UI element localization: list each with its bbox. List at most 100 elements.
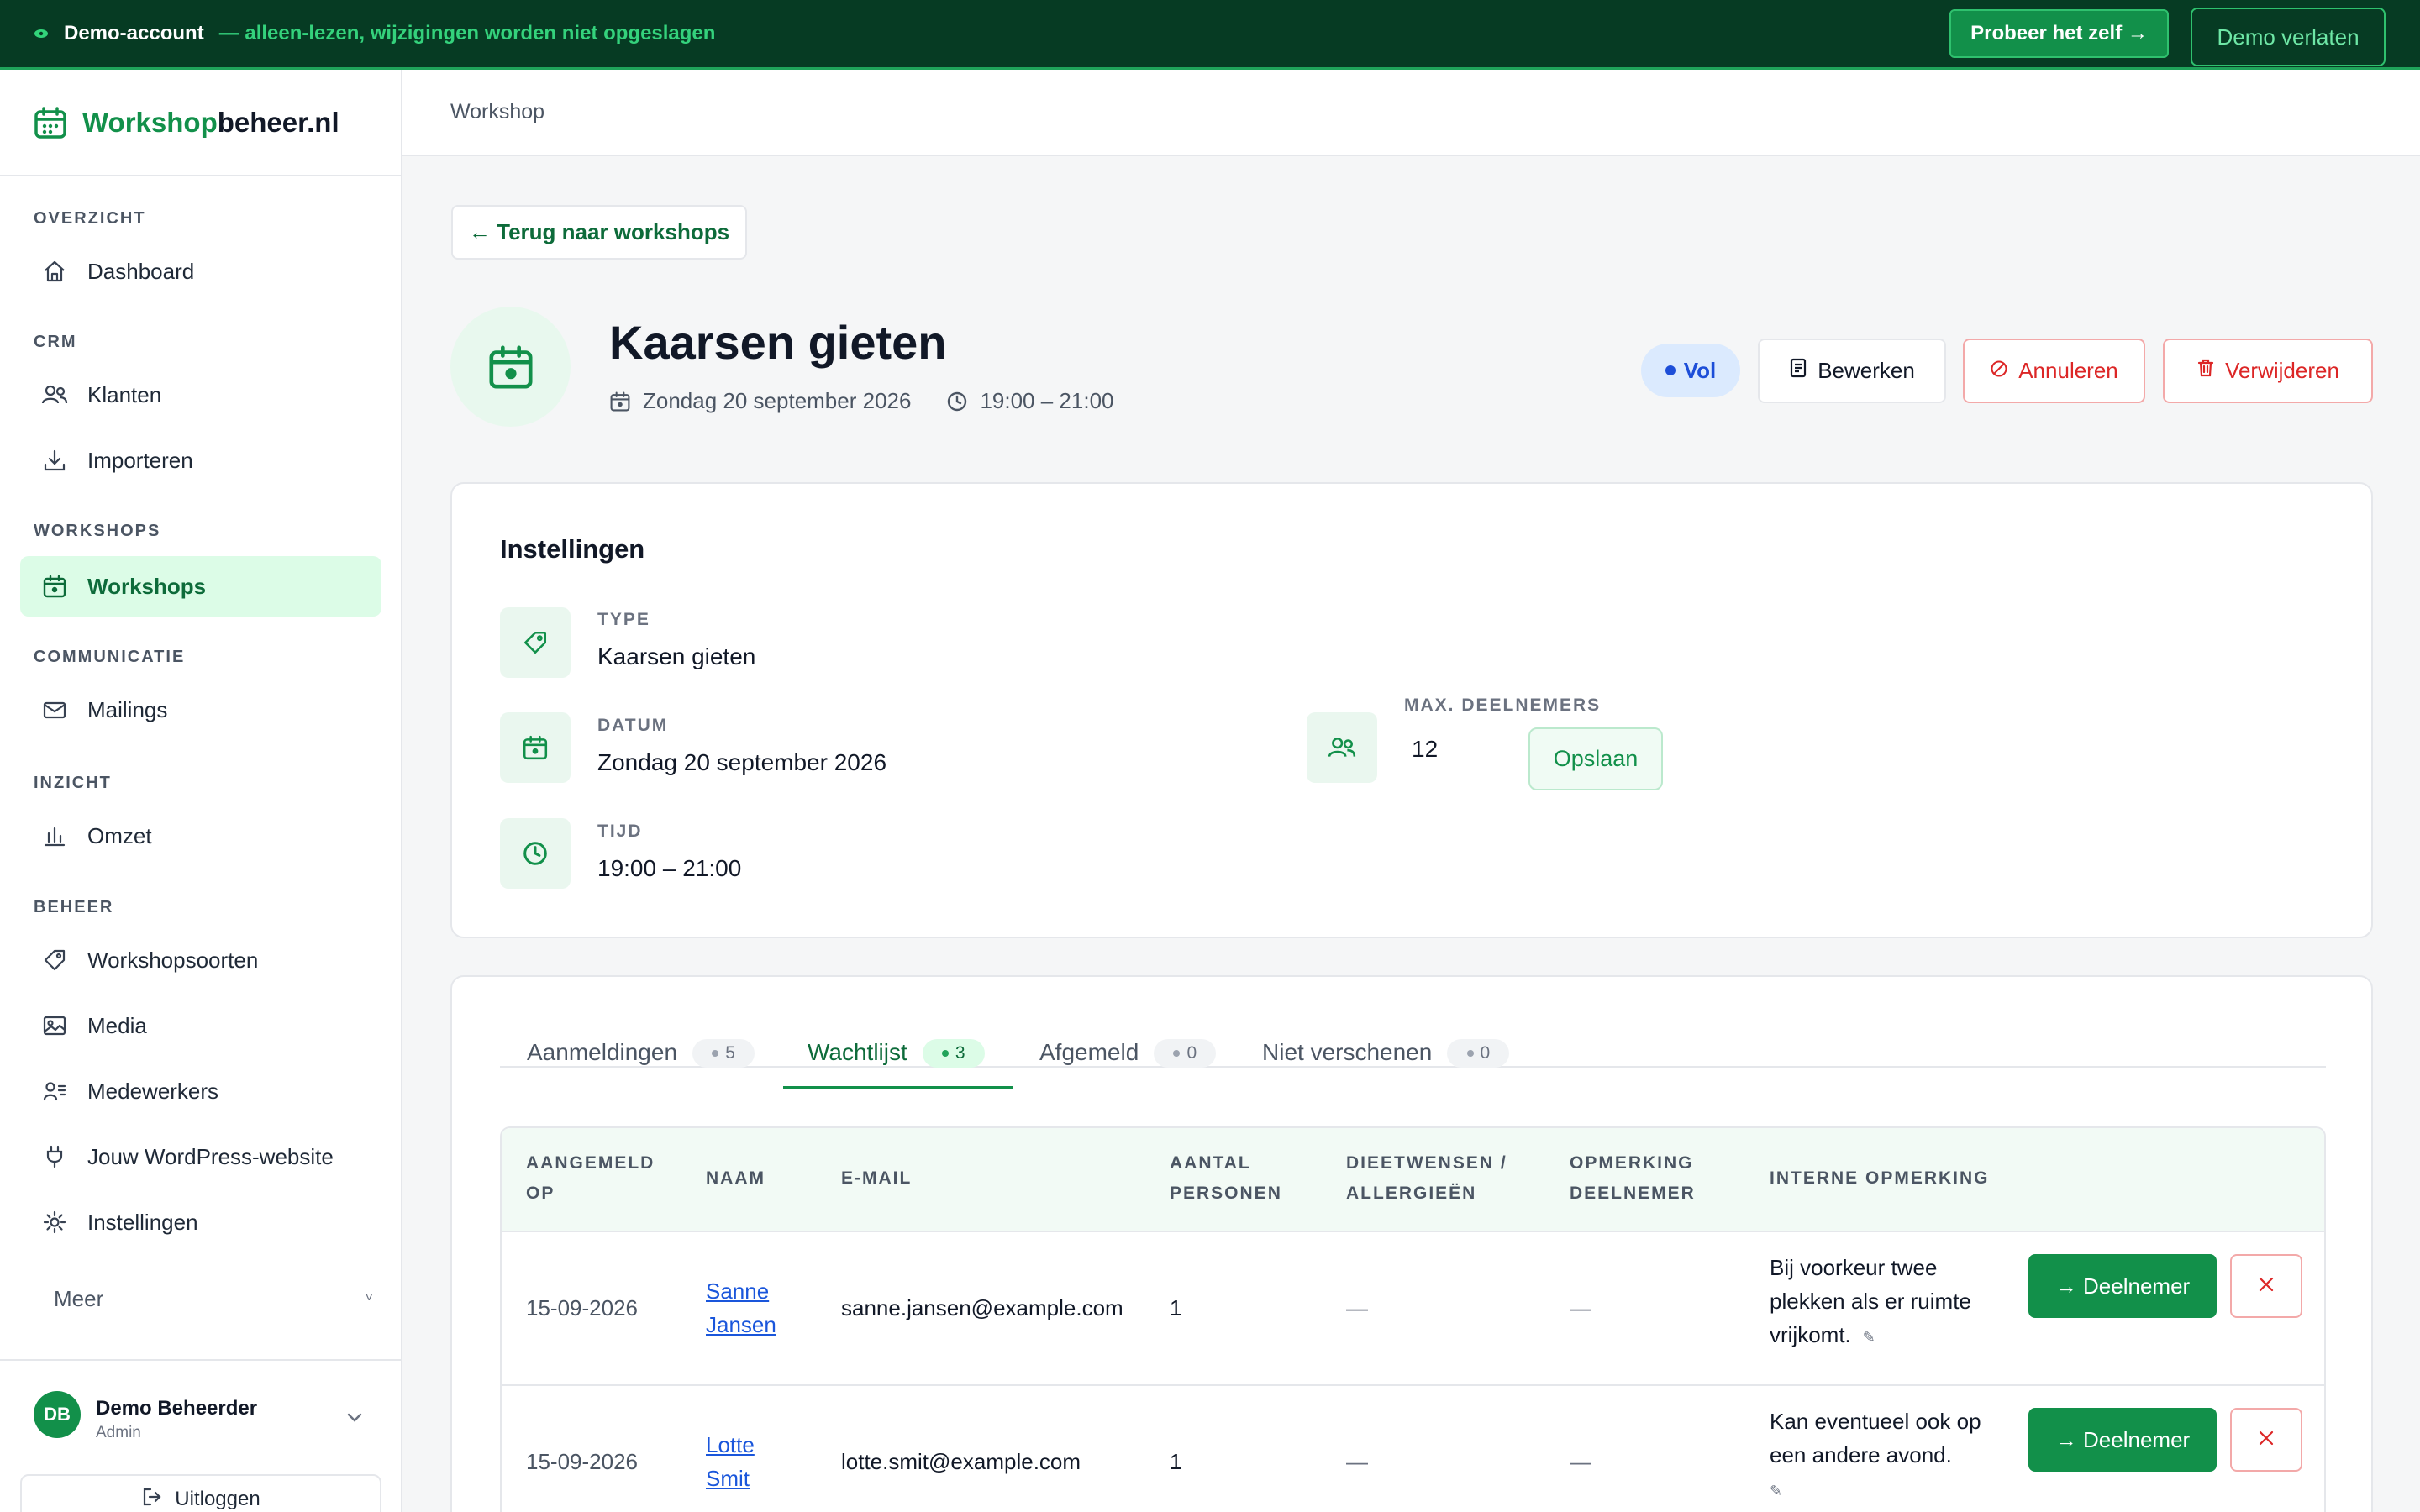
registered-date: 15-09-2026 [526, 1295, 638, 1320]
brand-name: Workshopbeheer.nl [82, 106, 339, 138]
workshop-meta: Zondag 20 september 2026 19:00 – 21:00 [609, 388, 1114, 414]
sidebar-item-label: Klanten [87, 381, 162, 407]
sidebar-item-label: Workshops [87, 573, 207, 599]
sidebar-item-label: Workshopsoorten [87, 947, 259, 973]
tab-aanmeldingen[interactable]: Aanmeldingen 5 [527, 1039, 755, 1096]
promote-to-participant-button[interactable]: → Deelnemer [2028, 1408, 2217, 1472]
sidebar: Workshopbeheer.nl OVERZICHT Dashboard CR… [0, 70, 402, 1512]
document-icon [1789, 358, 1807, 384]
column-header-registered[interactable]: AANGEMELD OP [526, 1148, 655, 1209]
tab-count-badge: 0 [1447, 1039, 1510, 1068]
column-header-email[interactable]: E-MAIL [841, 1163, 912, 1194]
edit-button[interactable]: Bewerken [1758, 339, 1946, 403]
internal-remark[interactable]: Kan eventueel ook op een andere avond. ✎ [1770, 1404, 1981, 1508]
section-title-crm: CRM [34, 333, 77, 351]
image-icon [40, 1011, 69, 1040]
logout-icon [141, 1486, 163, 1512]
user-role: Admin [96, 1424, 141, 1441]
active-tab-indicator [783, 1086, 1013, 1089]
time-label: TIJD [597, 822, 643, 841]
sidebar-item-workshopsoorten[interactable]: Workshopsoorten [20, 930, 381, 990]
users-icon [40, 381, 69, 409]
calendar-logo-icon [34, 106, 66, 139]
type-label: TYPE [597, 610, 650, 629]
sidebar-item-label: Mailings [87, 696, 168, 722]
pencil-icon[interactable]: ✎ [1863, 1329, 1876, 1346]
chevron-down-icon[interactable] [345, 1407, 365, 1431]
page-title: Kaarsen gieten [609, 316, 947, 369]
tab-afgemeld[interactable]: Afgemeld 0 [1039, 1039, 1217, 1096]
gear-icon [40, 1208, 69, 1236]
try-yourself-button[interactable]: Probeer het zelf → [1949, 9, 2169, 58]
workshop-date: Zondag 20 september 2026 [643, 388, 912, 413]
tab-count-badge: 0 [1154, 1039, 1217, 1068]
column-header-remark[interactable]: OPMERKING DEELNEMER [1570, 1148, 1696, 1209]
column-header-internal-remark[interactable]: INTERNE OPMERKING [1770, 1163, 1990, 1194]
sidebar-more-toggle[interactable]: Meer ˅ [54, 1286, 373, 1312]
sidebar-item-medewerkers[interactable]: Medewerkers [20, 1061, 381, 1121]
tab-niet-verschenen[interactable]: Niet verschenen 0 [1262, 1039, 1510, 1096]
logo[interactable]: Workshopbeheer.nl [0, 70, 401, 176]
close-icon [2257, 1272, 2275, 1300]
back-to-workshops-button[interactable]: ← Terug naar workshops [451, 205, 747, 260]
promote-to-participant-button[interactable]: → Deelnemer [2028, 1254, 2217, 1318]
waitlist-table: AANGEMELD OP NAAM E-MAIL AANTAL PERSONEN D… [500, 1126, 2326, 1512]
cancel-workshop-button[interactable]: Annuleren [1963, 339, 2145, 403]
settings-title: Instellingen [500, 534, 645, 564]
max-participants-label: MAX. DEELNEMERS [1404, 696, 1602, 715]
sidebar-item-label: Media [87, 1012, 147, 1038]
avatar[interactable]: DB [34, 1391, 81, 1438]
sidebar-item-dashboard[interactable]: Dashboard [20, 241, 381, 302]
cancel-label: Annuleren [2018, 358, 2118, 383]
column-header-persons[interactable]: AANTAL PERSONEN [1170, 1148, 1282, 1209]
save-button[interactable]: Opslaan [1528, 727, 1663, 790]
demo-account-label: Demo-account [64, 22, 204, 45]
ban-icon [1990, 358, 2008, 384]
sidebar-item-label: Importeren [87, 447, 193, 473]
sidebar-more-label: Meer [54, 1286, 104, 1311]
participant-remark: — [1570, 1449, 1591, 1474]
clock-icon [500, 818, 571, 889]
section-title-communicatie: COMMUNICATIE [34, 648, 186, 666]
internal-remark[interactable]: Bij voorkeur twee plekken als er ruimte vr… [1770, 1251, 1971, 1354]
staff-icon [40, 1077, 69, 1105]
sidebar-item-workshops[interactable]: Workshops [20, 556, 381, 617]
sidebar-item-klanten[interactable]: Klanten [20, 365, 381, 425]
registrations-card: Aanmeldingen 5 Wachtlijst 3 Afgemeld 0 N… [450, 975, 2373, 1512]
sidebar-item-media[interactable]: Media [20, 995, 381, 1056]
table-row: 15-09-2026 Lotte Smit lotte.smit@example.… [502, 1386, 2324, 1512]
users-icon [1307, 712, 1377, 783]
bar-chart-icon [40, 822, 69, 850]
calendar-icon [609, 391, 631, 412]
calendar-icon [40, 572, 69, 601]
plug-icon [40, 1142, 69, 1171]
sidebar-item-omzet[interactable]: Omzet [20, 806, 381, 866]
column-header-diet[interactable]: DIEETWENSEN / ALLERGIEËN [1346, 1148, 1507, 1209]
logout-button[interactable]: Uitloggen [20, 1474, 381, 1512]
table-row: 15-09-2026 Sanne Jansen sanne.jansen@exam… [502, 1232, 2324, 1386]
participant-name-link[interactable]: Sanne Jansen [706, 1274, 776, 1341]
table-header: AANGEMELD OP NAAM E-MAIL AANTAL PERSONEN D… [502, 1128, 2324, 1232]
column-header-name[interactable]: NAAM [706, 1163, 765, 1194]
clock-icon [946, 391, 968, 412]
sidebar-item-instellingen[interactable]: Instellingen [20, 1192, 381, 1252]
sidebar-item-label: Jouw WordPress-website [87, 1143, 334, 1169]
max-participants-input[interactable]: 12 [1397, 723, 1497, 775]
delete-label: Verwijderen [2225, 358, 2339, 383]
sidebar-item-importeren[interactable]: Importeren [20, 430, 381, 491]
workshop-time: 19:00 – 21:00 [980, 388, 1114, 413]
sidebar-item-mailings[interactable]: Mailings [20, 680, 381, 740]
participant-name-link[interactable]: Lotte Smit [706, 1428, 755, 1495]
date-value: Zondag 20 september 2026 [597, 749, 887, 775]
tab-bar: Aanmeldingen 5 Wachtlijst 3 Afgemeld 0 N… [500, 1011, 2326, 1068]
pencil-icon[interactable]: ✎ [1770, 1483, 1782, 1499]
sidebar-item-label: Omzet [87, 822, 152, 848]
remove-from-waitlist-button[interactable] [2230, 1408, 2302, 1472]
delete-workshop-button[interactable]: Verwijderen [2163, 339, 2373, 403]
demo-banner: Demo-account — alleen-lezen, wijzigingen… [0, 0, 2420, 70]
remove-from-waitlist-button[interactable] [2230, 1254, 2302, 1318]
breadcrumb-item[interactable]: Workshop [450, 100, 544, 124]
sidebar-item-wordpress[interactable]: Jouw WordPress-website [20, 1126, 381, 1187]
home-icon [40, 257, 69, 286]
leave-demo-button[interactable]: Demo verlaten [2191, 8, 2386, 66]
